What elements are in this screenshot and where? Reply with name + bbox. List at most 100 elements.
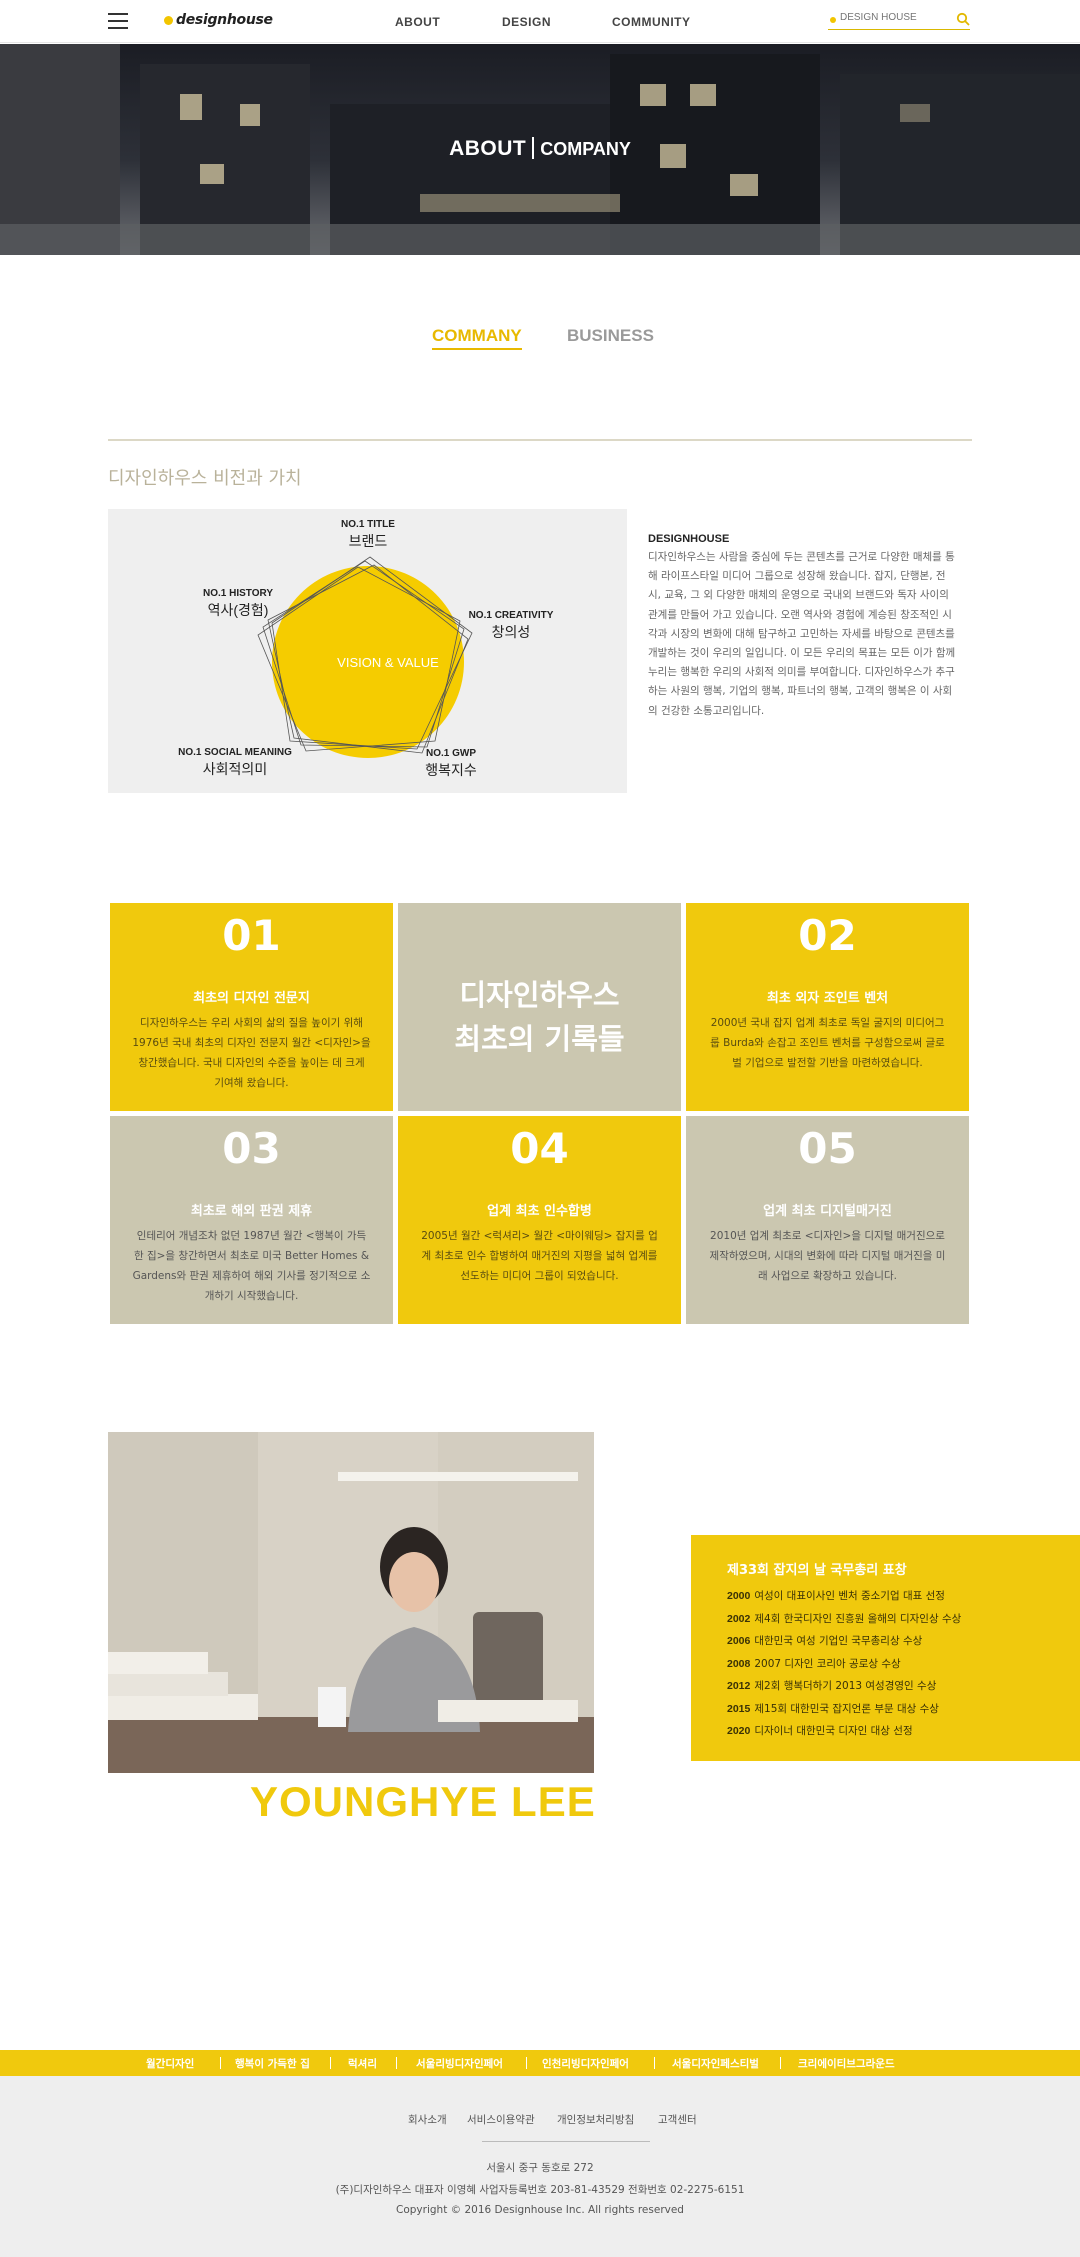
award-text: 제4회 한국디자인 진흥원 올해의 디자인상 수상	[754, 1612, 962, 1625]
record-text: 인테리어 개념조차 없던 1987년 월간 <행복이 가득한 집>을 창간하면서…	[132, 1230, 371, 1302]
search-icon[interactable]	[956, 12, 970, 26]
vision-point-social: NO.1 SOCIAL MEANING 사회적의미	[160, 747, 310, 779]
vision-center-label: VISION & VALUE	[337, 655, 439, 670]
footer-link[interactable]: 개인정보처리방침	[557, 2112, 634, 2127]
award-item: 2020 디자이너 대한민국 디자인 대상 선정	[727, 1720, 961, 1743]
award-text: 2007 디자인 코리아 공로상 수상	[754, 1657, 901, 1670]
award-text: 제2회 행복더하기 2013 여성경영인 수상	[754, 1680, 937, 1692]
award-title: 제33회 잡지의 날 국무총리 표창	[727, 1563, 907, 1578]
record-title: 최초의 디자인 전문지	[193, 991, 310, 1006]
vision-point-ko: 창의성	[491, 624, 531, 640]
site-header: designhouse ABOUT DESIGN COMMUNITY	[0, 0, 1080, 43]
record-number: 02	[798, 911, 857, 960]
record-text: 디자인하우스는 우리 사회의 삶의 질을 높이기 위해 1976년 국내 최초의…	[132, 1017, 371, 1089]
footer-brand-link[interactable]: 행복이 가득한 집	[235, 2056, 310, 2071]
record-number: 05	[798, 1124, 857, 1173]
award-text: 대한민국 여성 기업인 국무총리상 수상	[754, 1635, 923, 1647]
record-title: 업계 최초 인수합병	[487, 1204, 592, 1219]
tab-business[interactable]: BUSINESS	[567, 326, 654, 346]
record-title: 업계 최초 디지털매거진	[763, 1204, 892, 1219]
menu-icon[interactable]	[108, 13, 128, 29]
footer-link[interactable]: 서비스이용약관	[467, 2112, 535, 2127]
award-item: 2006 대한민국 여성 기업인 국무총리상 수상	[727, 1630, 961, 1653]
site-logo[interactable]: designhouse	[164, 12, 273, 28]
footer-copyright: Copyright © 2016 Designhouse Inc. All ri…	[396, 2204, 684, 2216]
records-title-line2: 최초의 기록들	[454, 1022, 625, 1056]
footer-brand-link[interactable]: 서울디자인페스티벌	[672, 2056, 759, 2071]
record-card-02: 02 최초 외자 조인트 벤처 2000년 국내 잡지 업계 최초로 독일 굴지…	[686, 903, 969, 1111]
hero-title-sub: COMPANY	[540, 139, 631, 159]
vision-point-ko: 사회적의미	[202, 761, 268, 777]
vision-heading: 디자인하우스 비전과 가치	[108, 468, 302, 489]
record-card-04: 04 업계 최초 인수합병 2005년 월간 <럭셔리> 월간 <마이웨딩> 잡…	[398, 1116, 681, 1324]
hero-title-separator	[532, 137, 535, 159]
description-title: DESIGNHOUSE	[648, 533, 730, 545]
nav-design[interactable]: DESIGN	[502, 15, 551, 29]
vision-point-ko: 역사(경험)	[207, 602, 269, 618]
award-text: 여성이 대표이사인 벤처 중소기업 대표 선정	[754, 1590, 945, 1602]
award-year: 2012	[727, 1680, 751, 1692]
vision-point-gwp: NO.1 GWP 행복지수	[396, 748, 506, 780]
record-number: 04	[510, 1124, 569, 1173]
footer-brand-link[interactable]: 서울리빙디자인페어	[416, 2056, 503, 2071]
nav-community[interactable]: COMMUNITY	[612, 15, 691, 29]
footer-link[interactable]: 회사소개	[408, 2112, 447, 2127]
vision-diagram: VISION & VALUE NO.1 TITLE 브랜드 NO.1 CREAT…	[108, 509, 627, 793]
vision-point-ko: 브랜드	[348, 533, 388, 549]
record-card-05: 05 업계 최초 디지털매거진 2010년 업계 최초로 <디자인>을 디지털 …	[686, 1116, 969, 1324]
tab-company[interactable]: COMMANY	[432, 326, 522, 350]
vision-point-en: NO.1 HISTORY	[202, 588, 273, 599]
ceo-photo	[108, 1432, 594, 1773]
award-item: 2002 제4회 한국디자인 진흥원 올해의 디자인상 수상	[727, 1608, 961, 1631]
award-year: 2002	[727, 1612, 751, 1625]
description-text: 디자인하우스는 사람을 중심에 두는 콘텐츠를 근거로 다양한 매체를 통해 라…	[648, 551, 956, 717]
award-panel: 제33회 잡지의 날 국무총리 표창 2000 여성이 대표이사인 벤처 중소기업…	[691, 1535, 1080, 1761]
section-divider	[108, 439, 972, 441]
footer-brand-bar: 월간디자인 행복이 가득한 집 럭셔리 서울리빙디자인페어 인천리빙디자인페어 …	[0, 2050, 1080, 2076]
record-title: 최초로 해외 판권 제휴	[190, 1204, 313, 1219]
record-text: 2005년 월간 <럭셔리> 월간 <마이웨딩> 잡지를 업계 최초로 인수 합…	[421, 1230, 658, 1282]
footer-info: 회사소개 서비스이용약관 개인정보처리방침 고객센터 서울시 중구 동호로 27…	[0, 2076, 1080, 2257]
nav-about[interactable]: ABOUT	[395, 15, 440, 29]
award-item: 2000 여성이 대표이사인 벤처 중소기업 대표 선정	[727, 1585, 961, 1608]
footer-address: 서울시 중구 동호로 272	[486, 2162, 594, 2174]
vision-point-creativity: NO.1 CREATIVITY 창의성	[446, 610, 576, 642]
search-input[interactable]	[840, 12, 948, 23]
footer-brand-link[interactable]: 럭셔리	[348, 2056, 377, 2071]
footer-separator	[396, 2057, 397, 2069]
vision-point-ko: 행복지수	[425, 762, 477, 778]
award-item: 2015 제15회 대한민국 잡지언론 부문 대상 수상	[727, 1698, 961, 1721]
logo-text: designhouse	[176, 12, 273, 28]
award-item: 2012 제2회 행복더하기 2013 여성경영인 수상	[727, 1675, 961, 1698]
record-text: 2000년 국내 잡지 업계 최초로 독일 굴지의 미디어그룹 Burda와 손…	[710, 1017, 945, 1069]
hero-title: ABOUT COMPANY	[0, 137, 1080, 161]
footer-separator	[654, 2057, 655, 2069]
footer-rule	[482, 2141, 650, 2142]
footer-separator	[526, 2057, 527, 2069]
footer-brand-link[interactable]: 크리에이티브그라운드	[798, 2056, 895, 2071]
ceo-photo-illustration	[108, 1432, 594, 1773]
records-title-line1: 디자인하우스	[459, 978, 620, 1012]
footer-brand-link[interactable]: 인천리빙디자인페어	[542, 2056, 629, 2071]
record-title: 최초 외자 조인트 벤처	[766, 991, 889, 1006]
records-title-card: 디자인하우스최초의 기록들	[398, 903, 681, 1111]
award-text: 디자이너 대한민국 디자인 대상 선정	[754, 1725, 913, 1737]
search-box	[828, 10, 970, 30]
footer-brand-link[interactable]: 월간디자인	[146, 2056, 194, 2071]
hero-title-main: ABOUT	[449, 137, 527, 160]
award-year: 2000	[727, 1590, 751, 1602]
footer-separator	[330, 2057, 331, 2069]
vision-point-en: NO.1 SOCIAL MEANING	[178, 747, 292, 758]
vision-point-en: NO.1 TITLE	[341, 519, 395, 530]
award-text: 제15회 대한민국 잡지언론 부문 대상 수상	[754, 1702, 939, 1715]
vision-point-en: NO.1 CREATIVITY	[468, 610, 554, 621]
footer-separator	[220, 2057, 221, 2069]
record-text: 2010년 업계 최초로 <디자인>을 디지털 매거진으로 제작하였으며, 시대…	[709, 1230, 946, 1282]
hero-banner: ABOUT COMPANY	[0, 44, 1080, 255]
footer-link[interactable]: 고객센터	[658, 2112, 697, 2127]
vision-point-title: NO.1 TITLE 브랜드	[303, 519, 433, 551]
award-list: 2000 여성이 대표이사인 벤처 중소기업 대표 선정 2002 제4회 한국디자…	[727, 1585, 961, 1743]
footer-separator	[780, 2057, 781, 2069]
record-card-03: 03 최초로 해외 판권 제휴 인테리어 개념조차 없던 1987년 월간 <행…	[110, 1116, 393, 1324]
vision-point-history: NO.1 HISTORY 역사(경험)	[183, 588, 293, 620]
